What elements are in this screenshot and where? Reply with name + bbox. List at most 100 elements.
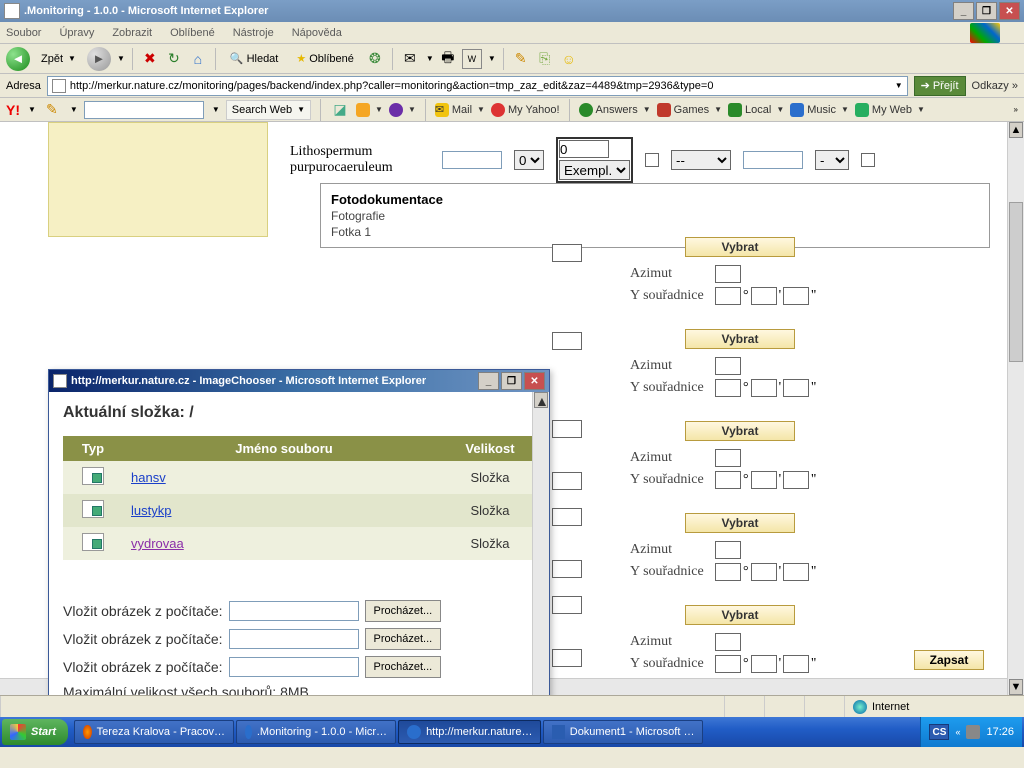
popup-blocker-icon[interactable]: ▼ [356, 103, 383, 117]
task-item[interactable]: .Monitoring - 1.0.0 - Micr… [236, 720, 396, 744]
forward-button[interactable]: ► [87, 47, 111, 71]
yahoo-search-dropdown[interactable]: ▼ [212, 105, 220, 114]
edit-dropdown[interactable]: ▼ [488, 54, 496, 63]
ycoord-deg-input[interactable] [715, 655, 741, 673]
ycoord-min-input[interactable] [751, 471, 777, 489]
messenger-button[interactable]: ☺ [559, 49, 579, 69]
azimut-input[interactable] [715, 449, 741, 467]
yahoo-logo-icon[interactable]: Y! [6, 102, 20, 118]
yahoo-searchweb-button[interactable]: Search Web ▼ [226, 100, 311, 120]
species-select-zero[interactable]: 0 [514, 150, 544, 170]
back-button[interactable]: ◄ [6, 47, 30, 71]
ycoord-sec-input[interactable] [783, 287, 809, 305]
close-button[interactable]: ✕ [999, 2, 1020, 20]
research-button[interactable]: ⎘ [535, 49, 555, 69]
ycoord-deg-input[interactable] [715, 287, 741, 305]
species-select-dash2[interactable]: - [815, 150, 849, 170]
vybrat-button[interactable]: Vybrat [685, 329, 795, 349]
maximize-button[interactable]: ❐ [976, 2, 997, 20]
popup-maximize-button[interactable]: ❐ [501, 372, 522, 390]
scroll-thumb[interactable] [1009, 202, 1023, 362]
vybrat-button[interactable]: Vybrat [685, 421, 795, 441]
mail-button[interactable]: ✉ [400, 49, 420, 69]
upload-file-input[interactable] [229, 629, 359, 649]
menu-view[interactable]: Zobrazit [112, 27, 152, 39]
folder-link[interactable]: lustykp [131, 503, 171, 518]
menu-edit[interactable]: Úpravy [59, 27, 94, 39]
forward-dropdown[interactable]: ▼ [117, 54, 125, 63]
vybrat-button[interactable]: Vybrat [685, 237, 795, 257]
scroll-up-arrow[interactable]: ▲ [1009, 122, 1023, 138]
species-select-dash[interactable]: -- [671, 150, 731, 170]
menu-favorites[interactable]: Oblíbené [170, 27, 215, 39]
links-label[interactable]: Odkazy » [972, 80, 1018, 92]
upload-file-input[interactable] [229, 657, 359, 677]
count-unit-select[interactable]: Exempl. [559, 160, 630, 180]
spyware-icon[interactable]: ▼ [389, 103, 416, 117]
refresh-button[interactable]: ↻ [164, 49, 184, 69]
popup-scrollbar[interactable]: ▲ ▼ [532, 392, 549, 695]
yahoo-myweb-button[interactable]: My Web▼ [855, 103, 925, 117]
address-dropdown[interactable]: ▼ [895, 81, 903, 90]
home-button[interactable]: ⌂ [188, 49, 208, 69]
address-input[interactable]: http://merkur.nature.cz/monitoring/pages… [47, 76, 908, 96]
folder-link[interactable]: vydrovaa [131, 536, 184, 551]
ycoord-sec-input[interactable] [783, 379, 809, 397]
ycoord-deg-input[interactable] [715, 379, 741, 397]
yahoo-mail-button[interactable]: ✉Mail▼ [435, 103, 485, 117]
task-item[interactable]: http://merkur.nature… [398, 720, 541, 744]
browse-button[interactable]: Procházet... [365, 628, 442, 650]
ycoord-min-input[interactable] [751, 655, 777, 673]
species-input-2[interactable] [743, 151, 803, 169]
ycoord-min-input[interactable] [751, 563, 777, 581]
species-check-2[interactable] [861, 153, 875, 167]
vertical-scrollbar[interactable]: ▲ ▼ [1007, 122, 1024, 695]
azimut-input[interactable] [715, 357, 741, 375]
yahoo-search-input[interactable] [84, 101, 204, 119]
ycoord-deg-input[interactable] [715, 563, 741, 581]
browse-button[interactable]: Procházet... [365, 656, 442, 678]
popup-scroll-up[interactable]: ▲ [534, 392, 548, 408]
browse-button[interactable]: Procházet... [365, 600, 442, 622]
discuss-button[interactable]: ✎ [511, 49, 531, 69]
yahoo-menu-dropdown[interactable]: ▼ [28, 105, 36, 114]
ycoord-min-input[interactable] [751, 379, 777, 397]
azimut-input[interactable] [715, 633, 741, 651]
print-button[interactable]: 🖶 [438, 49, 458, 69]
vybrat-button[interactable]: Vybrat [685, 513, 795, 533]
ycoord-min-input[interactable] [751, 287, 777, 305]
yahoo-local-button[interactable]: Local▼ [728, 103, 784, 117]
popup-close-button[interactable]: ✕ [524, 372, 545, 390]
pencil-dropdown[interactable]: ▼ [70, 105, 78, 114]
ycoord-deg-input[interactable] [715, 471, 741, 489]
task-item[interactable]: Dokument1 - Microsoft … [543, 720, 703, 744]
azimut-input[interactable] [715, 265, 741, 283]
search-button[interactable]: 🔍Hledat [223, 48, 286, 70]
ycoord-sec-input[interactable] [783, 655, 809, 673]
favorites-button[interactable]: ★Oblíbené [289, 48, 361, 70]
zapsat-button[interactable]: Zapsat [914, 650, 984, 670]
yahoo-overflow[interactable]: » [1014, 105, 1018, 114]
tray-icon[interactable] [966, 725, 980, 739]
species-input-1[interactable] [442, 151, 502, 169]
count-input[interactable] [559, 140, 609, 158]
back-label[interactable]: Zpět▼ [34, 48, 83, 70]
start-button[interactable]: Start [2, 719, 68, 745]
azimut-input[interactable] [715, 541, 741, 559]
protect-icon[interactable]: ◪ [330, 100, 350, 120]
pencil-icon[interactable]: ✎ [42, 100, 62, 120]
upload-file-input[interactable] [229, 601, 359, 621]
scroll-down-arrow[interactable]: ▼ [1009, 679, 1023, 695]
menu-help[interactable]: Nápověda [292, 27, 342, 39]
stop-button[interactable]: ✖ [140, 49, 160, 69]
folder-link[interactable]: hansv [131, 470, 166, 485]
minimize-button[interactable]: _ [953, 2, 974, 20]
yahoo-answers-button[interactable]: Answers▼ [579, 103, 651, 117]
task-item[interactable]: Tereza Kralova - Pracov… [74, 720, 234, 744]
vybrat-button[interactable]: Vybrat [685, 605, 795, 625]
popup-minimize-button[interactable]: _ [478, 372, 499, 390]
edit-button[interactable]: W [462, 49, 482, 69]
tray-expand-icon[interactable]: « [955, 727, 960, 737]
yahoo-myyahoo-button[interactable]: My Yahoo! [491, 103, 560, 117]
menu-file[interactable]: Soubor [6, 27, 41, 39]
